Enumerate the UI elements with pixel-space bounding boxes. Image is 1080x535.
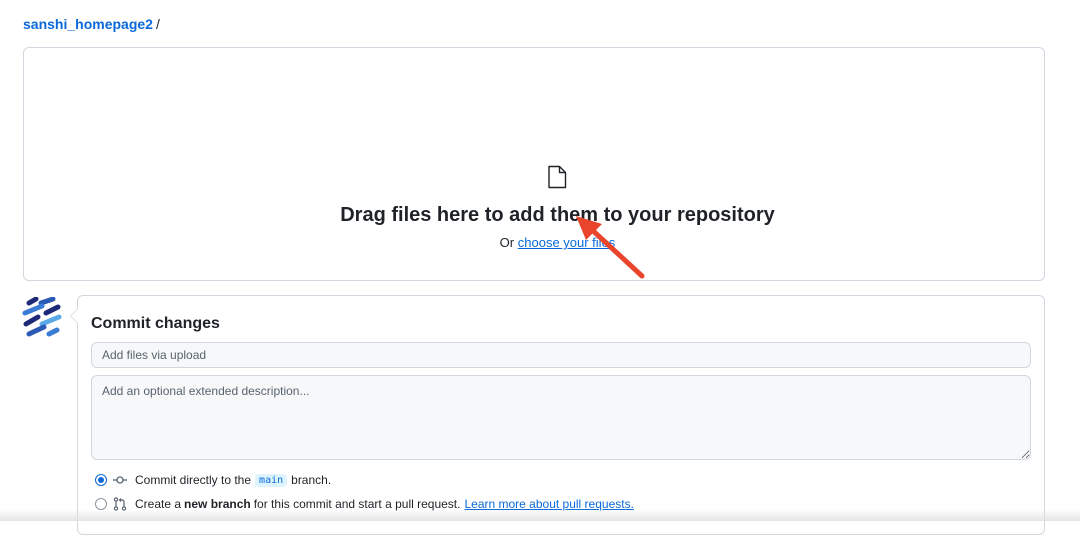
annotation-arrow [576, 216, 645, 279]
git-commit-icon [113, 476, 127, 484]
breadcrumb: sanshi_homepage2/ [23, 16, 160, 32]
panel-caret-fill [71, 308, 79, 324]
branch-name: main [255, 473, 288, 487]
dropzone-sub-prefix: Or [499, 235, 515, 250]
dropzone-subtitle: Or choose your files [24, 235, 1080, 250]
commit-direct-option[interactable]: Commit directly to the main branch. [95, 473, 331, 487]
commit-description-input[interactable] [91, 375, 1031, 460]
breadcrumb-separator: / [155, 16, 160, 32]
file-icon [548, 165, 567, 189]
commit-direct-radio[interactable] [95, 474, 107, 486]
repo-link[interactable]: sanshi_homepage2 [23, 16, 153, 32]
commit-direct-prefix: Commit directly to the [135, 473, 252, 487]
bottom-scroll-shade [0, 509, 1080, 521]
file-dropzone[interactable]: Drag files here to add them to your repo… [23, 47, 1045, 281]
commit-panel: Commit changes Commit directly to the ma… [70, 295, 1045, 535]
commit-direct-suffix: branch. [291, 473, 332, 487]
dropzone-title: Drag files here to add them to your repo… [340, 204, 775, 226]
commit-title: Commit changes [91, 315, 220, 332]
avatar [22, 297, 62, 337]
commit-summary-input[interactable] [91, 342, 1031, 368]
